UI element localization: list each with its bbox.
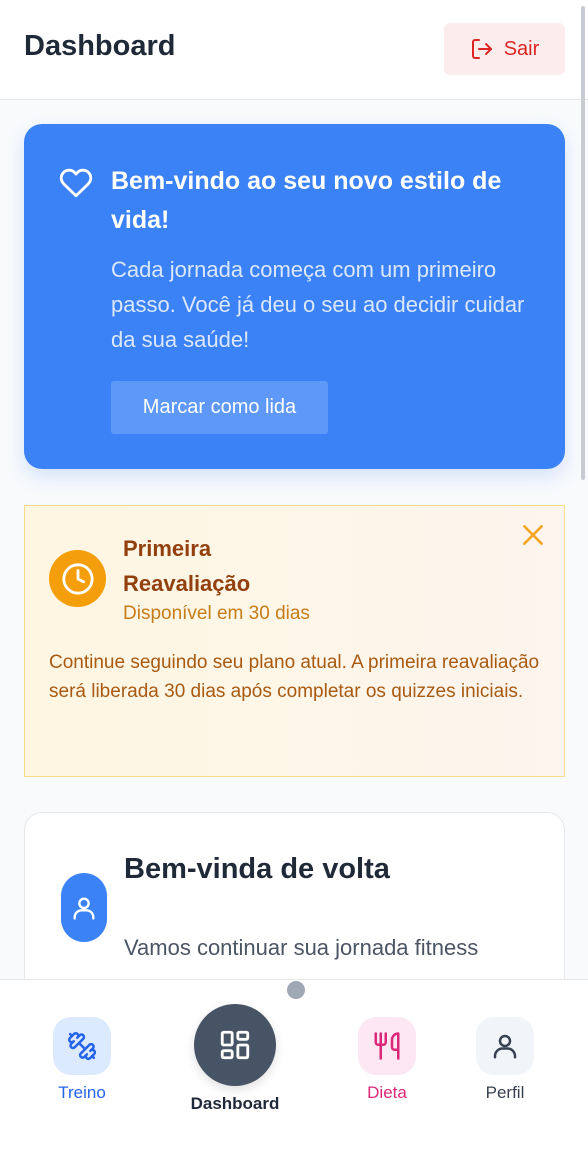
user-icon: [493, 1034, 517, 1059]
close-icon[interactable]: [520, 522, 546, 548]
page-title: Dashboard: [24, 30, 176, 62]
nav-icon-bg: [194, 1004, 276, 1086]
welcome-card: Bem-vindo ao seu novo estilo de vida! Ca…: [24, 124, 565, 469]
heart-icon: [59, 168, 93, 198]
welcome-title: Bem-vindo ao seu novo estilo de vida!: [111, 167, 502, 234]
user-icon: [73, 897, 95, 920]
clock-badge: [49, 550, 106, 607]
reassessment-title: Primeira Reavaliação: [123, 536, 251, 596]
logout-icon: [471, 39, 492, 59]
nav-icon-bg: [358, 1017, 416, 1075]
nav-icon-bg: [476, 1017, 534, 1075]
utensils-icon: [374, 1032, 400, 1060]
top-header: Dashboard Sair: [0, 0, 588, 100]
welcome-text: Cada jornada começa com um primeiro pass…: [111, 257, 525, 352]
reassessment-subtitle: Disponível em 30 dias: [123, 603, 310, 624]
avatar: [61, 873, 107, 942]
nav-label-treino: Treino: [58, 1083, 106, 1102]
nav-label-perfil: Perfil: [485, 1083, 525, 1102]
reassessment-text: Continue seguindo seu plano atual. A pri…: [49, 652, 540, 702]
welcome-back-subtitle: Vamos continuar sua jornada fitness: [124, 935, 479, 960]
nav-label-dashboard: Dashboard: [190, 1094, 280, 1113]
nav-item-perfil[interactable]: Perfil: [467, 1017, 543, 1103]
nav-label-dieta: Dieta: [367, 1083, 407, 1102]
reassessment-card: Primeira Reavaliação Disponível em 30 di…: [24, 505, 565, 777]
grid-icon: [220, 1030, 250, 1060]
dumbbell-icon: [68, 1032, 97, 1061]
welcome-back-title: Bem-vinda de volta: [124, 853, 390, 885]
nav-item-treino[interactable]: Treino: [44, 1017, 120, 1103]
nav-icon-bg: [53, 1017, 111, 1075]
logout-label: Sair: [503, 37, 540, 60]
scrollbar[interactable]: [581, 6, 585, 480]
mark-as-read-button[interactable]: Marcar como lida: [111, 381, 328, 434]
page-indicator-dot: [287, 981, 305, 999]
nav-item-dieta[interactable]: Dieta: [349, 1017, 425, 1103]
nav-item-dashboard[interactable]: Dashboard: [182, 1004, 288, 1114]
bottom-navigation: Treino Dashboard Dieta Perfil: [0, 979, 588, 1156]
clock-icon: [61, 562, 94, 595]
logout-button[interactable]: Sair: [444, 23, 565, 75]
